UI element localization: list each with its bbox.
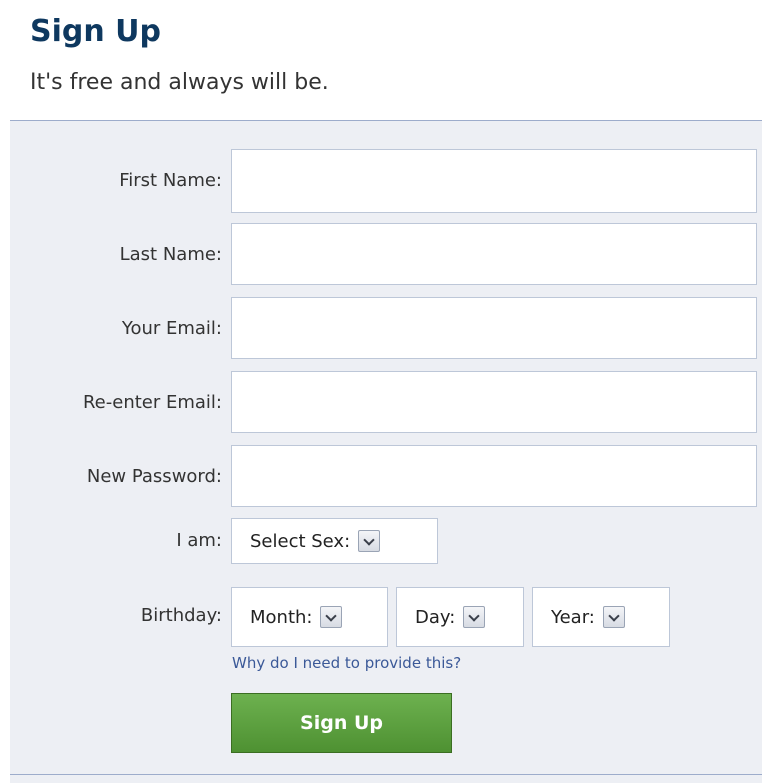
last-name-field[interactable] xyxy=(231,223,757,285)
email-label: Your Email: xyxy=(121,318,222,339)
reenter-email-label: Re-enter Email: xyxy=(82,392,222,413)
why-birthday-link[interactable]: Why do I need to provide this? xyxy=(232,654,461,672)
birthday-day-select[interactable]: Day: xyxy=(396,587,524,647)
chevron-down-icon[interactable] xyxy=(358,530,381,552)
birthday-label: Birthday: xyxy=(140,605,222,626)
new-password-field[interactable] xyxy=(231,445,757,507)
email-field[interactable] xyxy=(231,297,757,359)
footer-divider xyxy=(10,774,762,775)
new-password-label: New Password: xyxy=(86,466,222,487)
birthday-year-select[interactable]: Year: xyxy=(532,587,670,647)
first-name-label: First Name: xyxy=(119,170,222,191)
day-select-value: Day: xyxy=(415,606,456,628)
first-name-field[interactable] xyxy=(231,149,757,213)
birthday-month-select[interactable]: Month: xyxy=(231,587,388,647)
sex-select[interactable]: Select Sex: xyxy=(231,518,438,564)
page-title: Sign Up xyxy=(30,14,162,49)
sign-up-button[interactable]: Sign Up xyxy=(231,693,452,753)
month-select-value: Month: xyxy=(250,606,313,628)
chevron-down-icon[interactable] xyxy=(602,606,625,628)
last-name-label: Last Name: xyxy=(119,244,222,265)
year-select-value: Year: xyxy=(551,606,595,628)
reenter-email-field[interactable] xyxy=(231,371,757,433)
sex-label: I am: xyxy=(176,530,222,551)
chevron-down-icon[interactable] xyxy=(463,606,486,628)
sex-select-value: Select Sex: xyxy=(250,530,351,552)
chevron-down-icon[interactable] xyxy=(320,606,343,628)
header-divider xyxy=(10,120,762,121)
page-subtitle: It's free and always will be. xyxy=(30,70,329,95)
